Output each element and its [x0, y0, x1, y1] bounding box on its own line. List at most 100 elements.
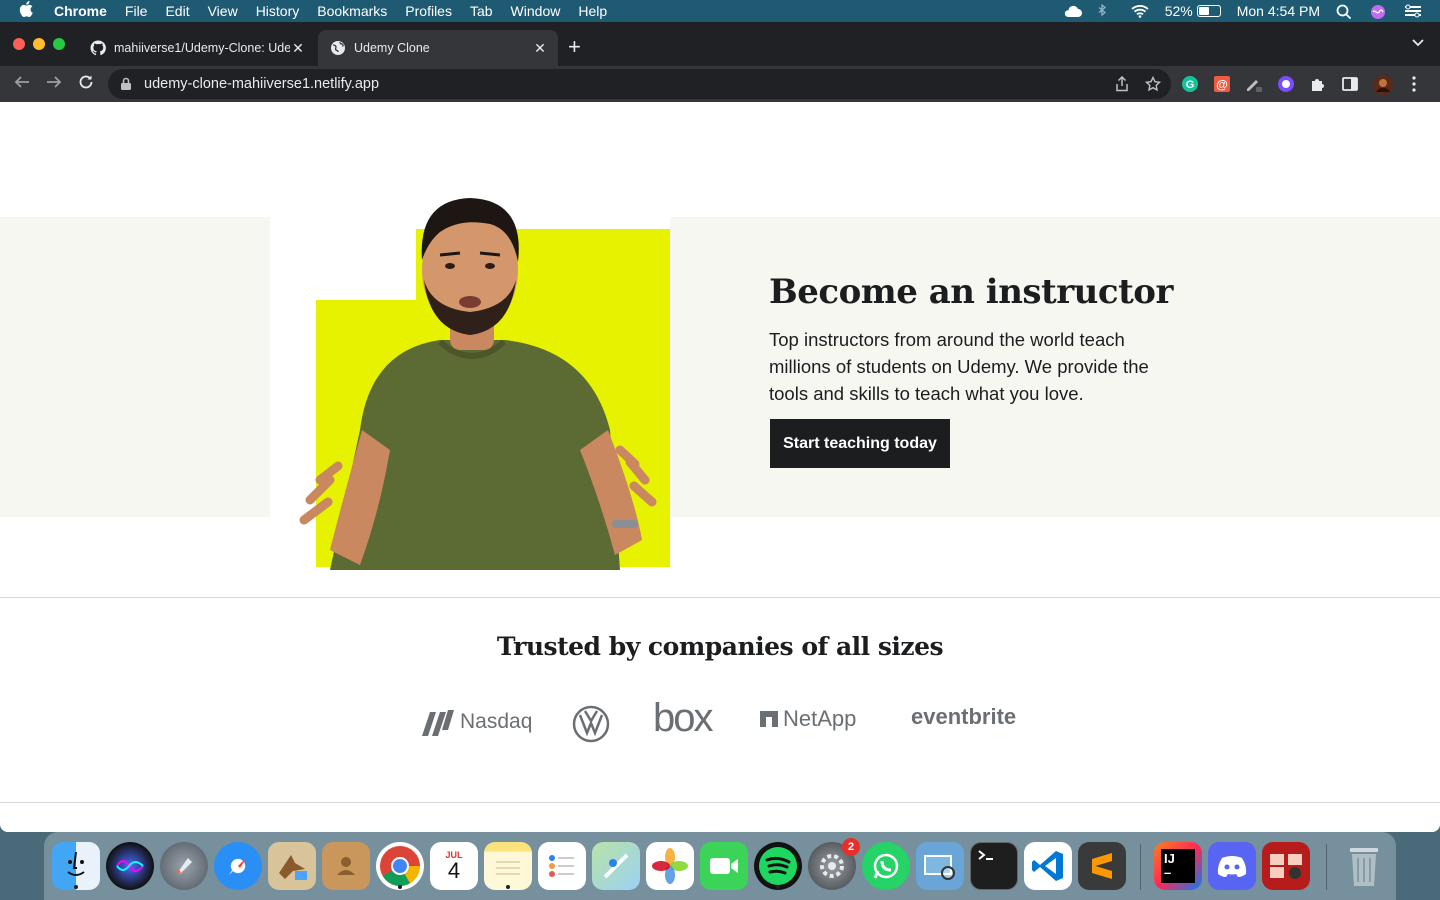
address-bar[interactable]: udemy-clone-mahiiverse1.netlify.app — [108, 69, 1171, 99]
running-indicator — [776, 885, 780, 889]
section-divider-bottom — [0, 802, 1440, 803]
menu-bookmarks[interactable]: Bookmarks — [308, 0, 396, 22]
sublime-text-icon[interactable] — [1078, 842, 1126, 890]
running-indicator — [398, 885, 402, 889]
at-sign-extension-icon[interactable]: @ — [1212, 74, 1232, 94]
volkswagen-logo — [572, 705, 610, 748]
battery-indicator[interactable]: 52% — [1165, 3, 1221, 19]
svg-text:@: @ — [1216, 78, 1228, 92]
cloud-status-icon[interactable] — [1063, 4, 1082, 18]
tab-search-chevron-icon[interactable] — [1412, 36, 1424, 50]
instructor-section: Become an instructor Top instructors fro… — [769, 270, 1179, 407]
spotify-icon[interactable] — [754, 842, 802, 890]
netapp-logo-text: NetApp — [783, 706, 857, 731]
safari-icon[interactable] — [214, 842, 262, 890]
instructor-photo — [299, 198, 657, 570]
preview-icon[interactable] — [916, 842, 964, 890]
trusted-heading: Trusted by companies of all sizes — [496, 632, 944, 661]
mail-icon[interactable] — [268, 842, 316, 890]
share-icon[interactable] — [1115, 75, 1129, 97]
zoom-window-button[interactable] — [53, 38, 65, 50]
macos-menu-bar: Chrome File Edit View History Bookmarks … — [0, 0, 1440, 22]
notification-badge: 2 — [842, 838, 860, 856]
nasdaq-logo-text: Nasdaq — [460, 710, 533, 733]
running-indicator — [74, 885, 78, 889]
forward-arrow-icon[interactable] — [38, 74, 70, 95]
close-window-button[interactable] — [13, 38, 25, 50]
maps-icon[interactable] — [592, 842, 640, 890]
tab-strip: mahiiverse1/Udemy-Clone: Udemy ✕ Udemy C… — [0, 22, 1440, 66]
menu-file[interactable]: File — [116, 0, 157, 22]
vscode-icon[interactable] — [1024, 842, 1072, 890]
tab-github[interactable]: mahiiverse1/Udemy-Clone: Udemy ✕ — [78, 30, 316, 66]
photos-icon[interactable] — [646, 842, 694, 890]
start-teaching-button[interactable]: Start teaching today — [770, 419, 950, 468]
contacts-icon[interactable] — [322, 842, 370, 890]
system-preferences-icon[interactable]: 2 — [808, 838, 860, 890]
back-arrow-icon[interactable] — [6, 74, 38, 95]
calendar-icon[interactable]: JUL 4 — [430, 842, 478, 890]
chrome-dock-icon[interactable] — [376, 842, 424, 890]
menu-profiles[interactable]: Profiles — [396, 0, 461, 22]
svg-text:G: G — [1186, 79, 1195, 91]
reminders-icon[interactable] — [538, 842, 586, 890]
box-logo: box — [653, 696, 713, 740]
intellij-logo-mark: IJ – — [1161, 849, 1195, 883]
netapp-logo: NetApp — [760, 706, 856, 732]
chrome-menu-icon[interactable] — [1404, 74, 1424, 94]
menu-history[interactable]: History — [247, 0, 309, 22]
profile-avatar[interactable] — [1372, 74, 1393, 95]
facetime-icon[interactable] — [700, 842, 748, 890]
whatsapp-icon[interactable] — [862, 842, 910, 890]
window-controls — [13, 38, 65, 50]
wifi-icon[interactable] — [1131, 4, 1149, 18]
web-page: Become an instructor Top instructors fro… — [0, 102, 1440, 832]
minimize-window-button[interactable] — [33, 38, 45, 50]
control-center-icon[interactable] — [1404, 4, 1422, 18]
bookmark-star-icon[interactable] — [1144, 75, 1162, 97]
launchpad-icon[interactable] — [160, 842, 208, 890]
tab-udemy-clone[interactable]: Udemy Clone ✕ — [318, 30, 558, 66]
instructor-band — [0, 217, 1440, 517]
new-tab-plus-icon[interactable]: + — [568, 36, 581, 58]
menu-window[interactable]: Window — [502, 0, 570, 22]
side-panel-icon[interactable] — [1340, 74, 1360, 94]
finder-icon[interactable] — [52, 842, 100, 890]
lock-icon[interactable] — [120, 77, 134, 91]
siri-app-icon[interactable] — [106, 842, 154, 890]
nasdaq-logo: Nasdaq — [420, 706, 532, 738]
apple-menu-icon[interactable] — [0, 0, 52, 22]
trash-icon[interactable] — [1340, 842, 1388, 890]
siri-icon[interactable] — [1370, 4, 1388, 19]
grammarly-extension-icon[interactable]: G — [1180, 74, 1200, 94]
calendar-day: 4 — [447, 858, 461, 883]
terminal-icon[interactable] — [970, 842, 1018, 890]
menu-edit[interactable]: Edit — [156, 0, 198, 22]
battery-fill — [1198, 7, 1209, 15]
globe-icon — [330, 40, 346, 56]
pen-extension-icon[interactable] — [1244, 74, 1264, 94]
discord-icon[interactable] — [1208, 842, 1256, 890]
tab-close-icon[interactable]: ✕ — [290, 40, 306, 57]
notes-icon[interactable] — [484, 842, 532, 890]
menu-clock[interactable]: Mon 4:54 PM — [1237, 3, 1320, 19]
photo-booth-icon[interactable] — [1262, 842, 1310, 890]
tab-close-icon[interactable]: ✕ — [532, 40, 548, 57]
menu-help[interactable]: Help — [569, 0, 616, 22]
eventbrite-logo: eventbrite — [911, 704, 1017, 729]
instructor-heading: Become an instructor — [769, 272, 1173, 312]
spotlight-search-icon[interactable] — [1336, 4, 1354, 20]
menu-app-name[interactable]: Chrome — [52, 0, 116, 22]
instructor-description: Top instructors from around the world te… — [769, 329, 1149, 404]
dock-separator — [1326, 844, 1327, 890]
running-indicator — [506, 885, 510, 889]
menu-view[interactable]: View — [199, 0, 247, 22]
intellij-idea-icon[interactable]: IJ – — [1154, 842, 1202, 890]
menu-tab[interactable]: Tab — [461, 0, 502, 22]
battery-percent: 52% — [1164, 3, 1193, 19]
reload-icon[interactable] — [70, 74, 102, 95]
extensions-puzzle-icon[interactable] — [1308, 74, 1328, 94]
bluetooth-icon[interactable] — [1097, 3, 1115, 18]
github-icon — [90, 40, 106, 56]
purple-extension-icon[interactable] — [1276, 74, 1296, 94]
